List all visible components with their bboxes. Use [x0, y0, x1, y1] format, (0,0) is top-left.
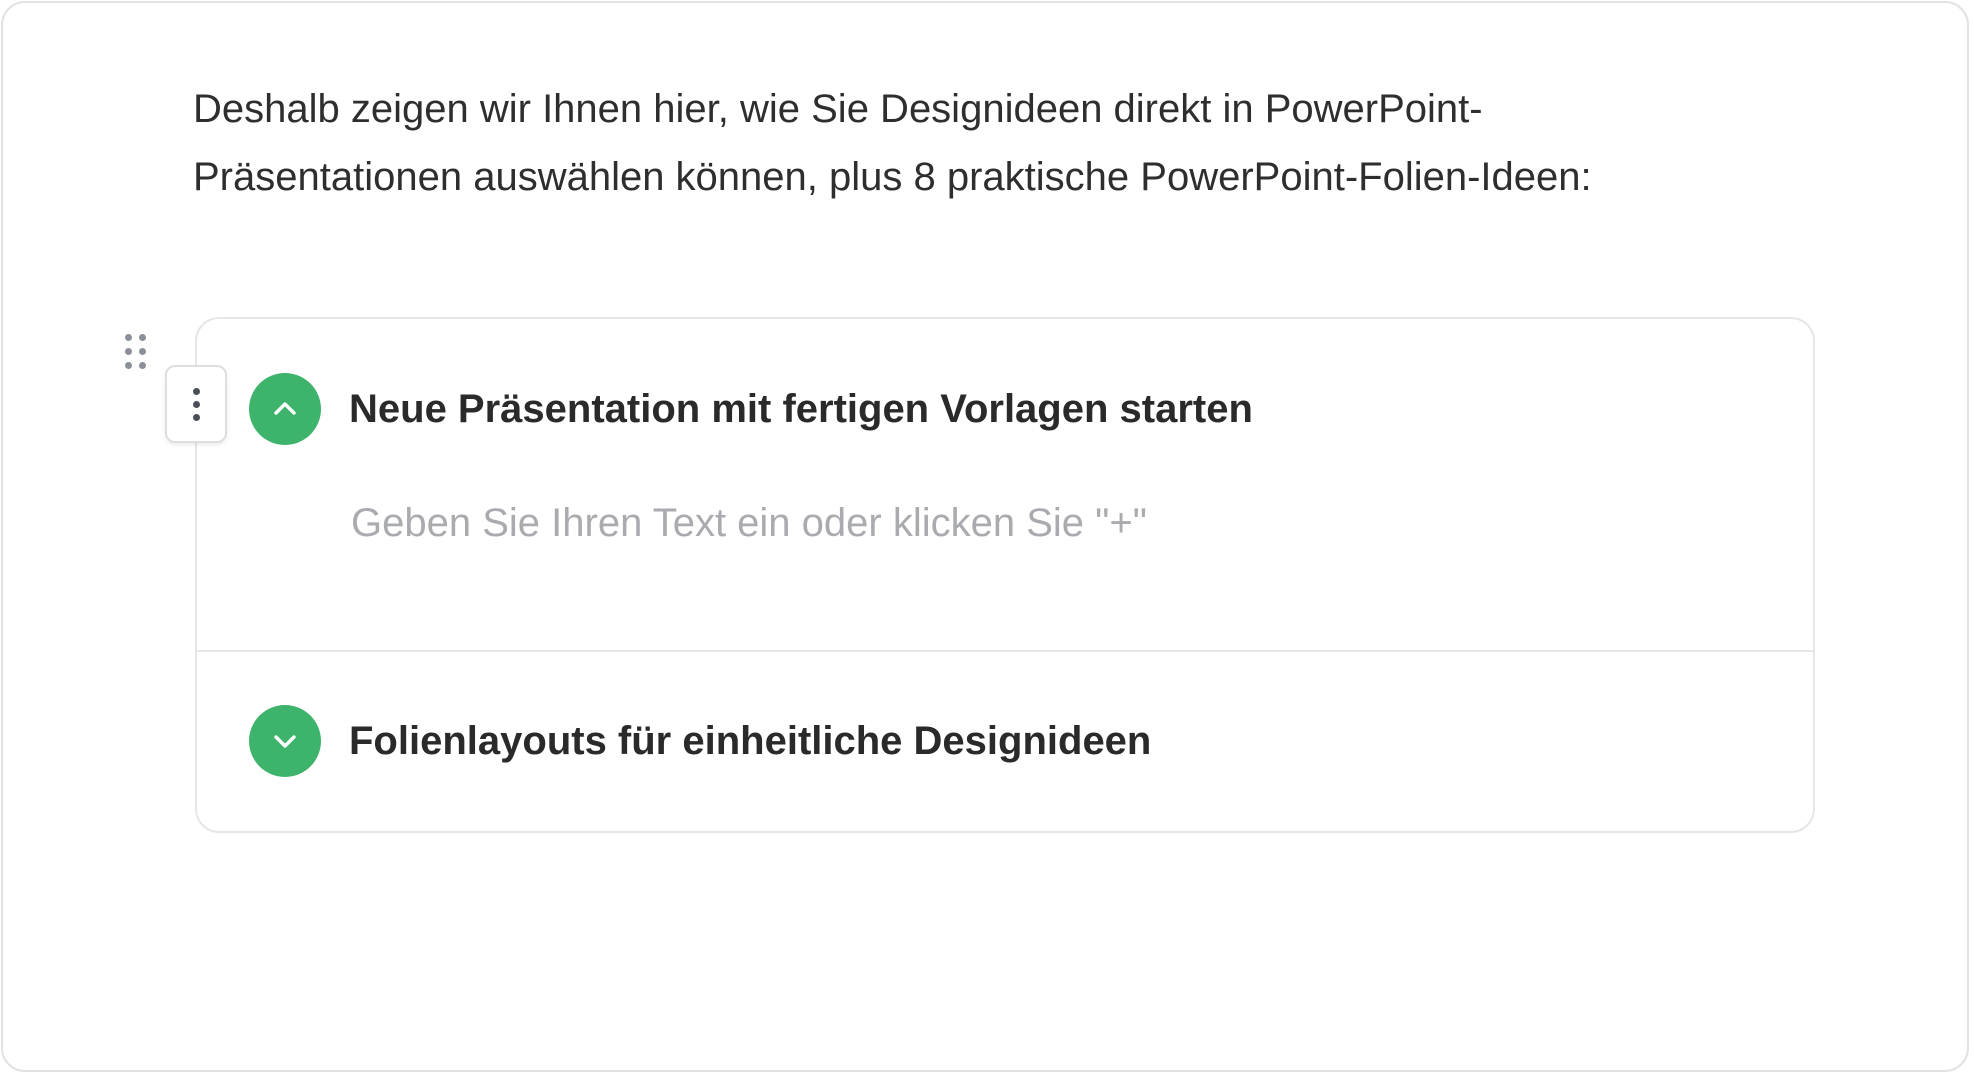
- accordion-item-header-2[interactable]: Folienlayouts für einheitliche Designide…: [249, 705, 1151, 777]
- accordion-divider: [197, 650, 1813, 652]
- accordion-block: Neue Präsentation mit fertigen Vorlagen …: [195, 317, 1815, 833]
- accordion-item-header-1[interactable]: Neue Präsentation mit fertigen Vorlagen …: [249, 373, 1253, 445]
- chevron-down-icon[interactable]: [249, 705, 321, 777]
- intro-line-2: Präsentationen auswählen können, plus 8 …: [193, 155, 1592, 199]
- more-vertical-icon[interactable]: [165, 365, 227, 443]
- drag-handle-icon[interactable]: [125, 334, 147, 374]
- accordion-item-body-placeholder[interactable]: Geben Sie Ihren Text ein oder klicken Si…: [351, 501, 1147, 546]
- editor-frame: Deshalb zeigen wir Ihnen hier, wie Sie D…: [1, 1, 1969, 1072]
- accordion-item-title: Neue Präsentation mit fertigen Vorlagen …: [349, 386, 1253, 431]
- chevron-up-icon[interactable]: [249, 373, 321, 445]
- intro-line-1: Deshalb zeigen wir Ihnen hier, wie Sie D…: [193, 87, 1483, 131]
- intro-paragraph[interactable]: Deshalb zeigen wir Ihnen hier, wie Sie D…: [193, 75, 1753, 211]
- accordion-item-title: Folienlayouts für einheitliche Designide…: [349, 718, 1152, 763]
